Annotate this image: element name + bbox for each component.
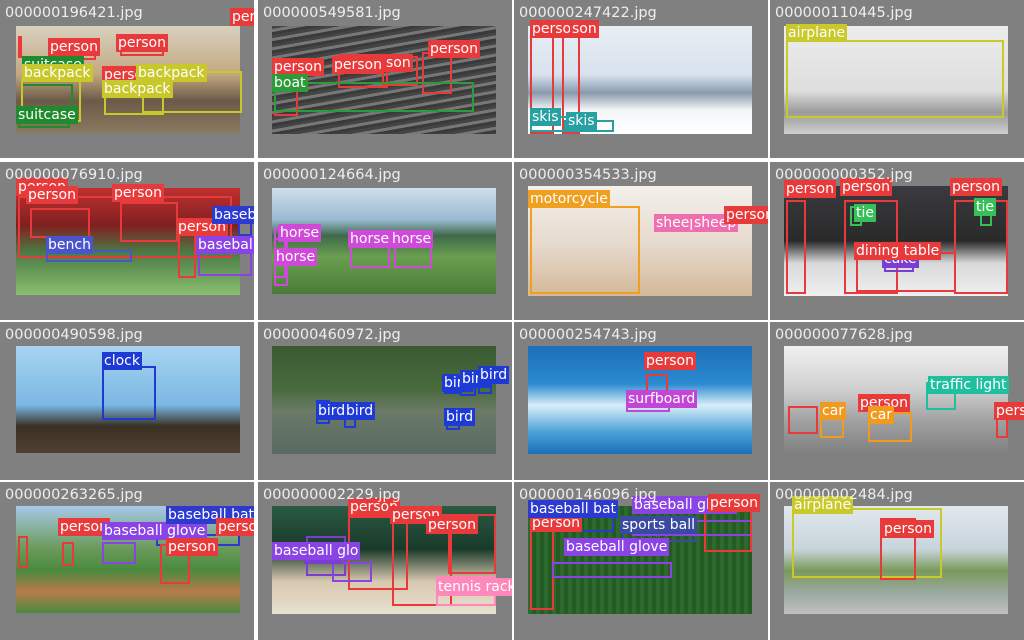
detection-label: person	[216, 518, 254, 536]
detection-label: motorcycle	[528, 190, 610, 208]
detection-label: baseball glo	[272, 542, 361, 560]
detection-label: sports ball	[620, 516, 697, 534]
detection-label: airplane	[786, 24, 848, 42]
image-tile: 000000549581.jpg person person person son boa…	[258, 0, 512, 158]
bounding-box	[530, 530, 554, 610]
bounding-box	[18, 36, 22, 58]
image-tile: 000000460972.jpg bird bird bird bird bird bird	[258, 322, 512, 480]
image-tile: 000000490598.jpg clock	[0, 322, 254, 480]
detection-label: skis	[530, 108, 561, 126]
bounding-box	[788, 406, 818, 434]
detection-label: baseball glove	[564, 538, 670, 556]
detection-label: car	[868, 406, 895, 424]
image-tile: 000000000352.jpg person person person tie tie…	[770, 162, 1024, 320]
detection-label: skis	[566, 112, 597, 130]
detection-label: clock	[102, 352, 142, 370]
detection-label: car	[820, 402, 847, 420]
detection-label: boat	[272, 74, 308, 92]
detection-label: bird	[444, 408, 476, 426]
detection-label: son	[384, 54, 413, 72]
detection-label: bench	[46, 236, 93, 254]
filename-label: 000000354533.jpg	[519, 167, 657, 183]
bounding-box	[332, 562, 372, 582]
bounding-box	[704, 508, 752, 552]
filename-label: 000000076910.jpg	[5, 167, 143, 183]
image-tile: 000000247422.jpg person son skis skis	[514, 0, 768, 158]
filename-label: 000000002484.jpg	[775, 487, 913, 503]
bounding-box	[552, 562, 672, 578]
detection-label: bird	[344, 402, 376, 420]
detection-label: person	[994, 402, 1024, 420]
filename-label: 000000196421.jpg	[5, 5, 143, 21]
bounding-box	[18, 536, 28, 568]
bounding-box	[62, 542, 74, 566]
detection-label: person	[166, 538, 218, 556]
detection-label: backpack	[102, 80, 173, 98]
detection-label: person	[230, 8, 254, 26]
image-tile: 000000146096.jpg person baseball bat sports…	[514, 482, 768, 640]
detection-label: traffic light	[928, 376, 1009, 394]
image-tile: 000000254743.jpg person surfboard	[514, 322, 768, 480]
filename-label: 000000247422.jpg	[519, 5, 657, 21]
filename-label: 000000002229.jpg	[263, 487, 401, 503]
detection-label: baseball glove	[196, 236, 254, 254]
detection-label: person	[644, 352, 696, 370]
detection-label: bird	[478, 366, 510, 384]
detection-label: tie	[854, 204, 876, 222]
filename-label: 000000146096.jpg	[519, 487, 657, 503]
detection-label: person	[332, 56, 384, 74]
bounding-box	[102, 366, 156, 420]
detection-label: person	[26, 186, 78, 204]
bounding-box	[102, 542, 136, 564]
filename-label: 000000549581.jpg	[263, 5, 401, 21]
filename-label: 000000124664.jpg	[263, 167, 401, 183]
bounding-box	[786, 40, 1004, 118]
detection-label: dining table	[854, 242, 942, 260]
detection-label: tie	[974, 198, 996, 216]
detection-label: person	[116, 34, 168, 52]
filename-label: 000000460972.jpg	[263, 327, 401, 343]
bounding-box	[530, 206, 640, 294]
detection-label: horse	[390, 230, 434, 248]
detection-label: person	[112, 184, 164, 202]
detection-label: baseball bat	[212, 206, 254, 224]
detection-label: horse	[278, 224, 322, 242]
mosaic-grid: 000000196421.jpg person person person suitca…	[0, 0, 1024, 640]
detection-label: backpack	[22, 64, 93, 82]
detection-label: person	[48, 38, 100, 56]
filename-label: 000000263265.jpg	[5, 487, 143, 503]
image-tile: 000000077628.jpg person car traffic light ca…	[770, 322, 1024, 480]
detection-label: suitcase	[16, 106, 78, 124]
detection-label: bird	[316, 402, 348, 420]
detection-label: person	[724, 206, 768, 224]
detection-label: person	[950, 178, 1002, 196]
image-tile: 000000002484.jpg airplane person	[770, 482, 1024, 640]
image-tile: 000000354533.jpg motorcycle sheep sheep pers…	[514, 162, 768, 320]
filename-label: 000000254743.jpg	[519, 327, 657, 343]
filename-label: 000000110445.jpg	[775, 5, 913, 21]
detection-label: horse	[348, 230, 392, 248]
detection-label: tennis racket	[436, 578, 512, 596]
image-tile: 000000002229.jpgpersonpersonpersonchairb…	[258, 482, 512, 640]
detection-label: son	[570, 20, 599, 38]
image-tile: 000000110445.jpg airplane	[770, 0, 1024, 158]
filename-label: 000000000352.jpg	[775, 167, 913, 183]
detection-label: surfboard	[626, 390, 698, 408]
image-tile: 000000263265.jpg person baseball glove base…	[0, 482, 254, 640]
bounding-box	[30, 208, 90, 238]
detection-label: person	[708, 494, 760, 512]
photo	[272, 346, 496, 454]
bounding-box	[786, 200, 806, 294]
filename-label: 000000077628.jpg	[775, 327, 913, 343]
detection-label: horse	[274, 248, 318, 266]
image-tile: 000000076910.jpgpersonpersonpersonbenchp…	[0, 162, 254, 320]
filename-label: 000000490598.jpg	[5, 327, 143, 343]
detection-label: person	[882, 520, 934, 538]
bounding-box	[792, 508, 942, 578]
detection-label: person	[426, 516, 478, 534]
bounding-box	[120, 202, 178, 242]
image-tile: 000000196421.jpg person person person suitca…	[0, 0, 254, 158]
image-tile: 000000124664.jpg horse horse horse horse	[258, 162, 512, 320]
detection-label: person	[428, 40, 480, 58]
